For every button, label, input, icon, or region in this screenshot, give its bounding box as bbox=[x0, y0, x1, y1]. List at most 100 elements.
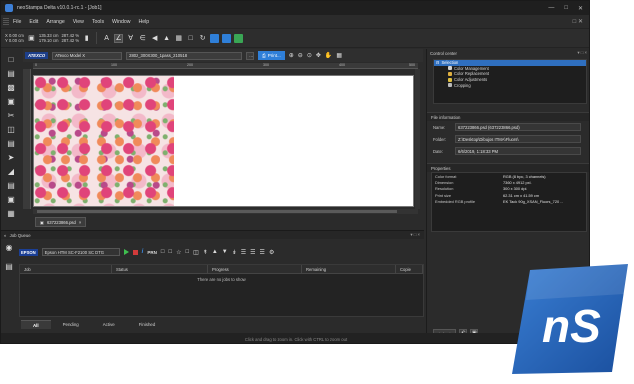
folder-field[interactable]: Z:\Desktop\Dibujos ITMA\Fluors\ bbox=[455, 135, 581, 143]
list-alt-icon[interactable]: ☰ bbox=[250, 249, 255, 256]
app-logo-icon bbox=[5, 4, 13, 12]
align-icon[interactable]: ▦ bbox=[174, 34, 183, 43]
x-value[interactable]: 0.00 cm bbox=[9, 33, 24, 38]
angle-tool-icon[interactable]: ∠ bbox=[114, 33, 124, 43]
repeat-icon[interactable]: ↻ bbox=[198, 34, 207, 43]
info-icon[interactable]: i bbox=[142, 249, 144, 255]
column-job[interactable]: Job bbox=[20, 265, 112, 273]
document-copy-icon[interactable]: ◫ bbox=[193, 249, 199, 256]
canvas-vertical-scrollbar[interactable] bbox=[415, 69, 420, 209]
settings-gear-icon[interactable]: ⚙ bbox=[269, 249, 274, 256]
play-icon[interactable] bbox=[123, 249, 129, 255]
y-value[interactable]: 0.00 cm bbox=[9, 38, 24, 43]
config-more-button[interactable]: … bbox=[246, 51, 255, 60]
expand-icon[interactable]: ⊟ bbox=[436, 60, 439, 65]
column-status[interactable]: Status bbox=[112, 265, 208, 273]
empty-jobs-message: There are no jobs to show bbox=[197, 277, 246, 282]
palette-icon[interactable]: ◉ bbox=[4, 243, 14, 252]
text-tool-icon[interactable]: A bbox=[102, 34, 111, 43]
menu-edit[interactable]: Edit bbox=[25, 19, 42, 25]
ruler-tick: 300 bbox=[263, 63, 269, 67]
document-edit-icon[interactable]: □ bbox=[186, 249, 190, 255]
document-star-icon[interactable]: ☆ bbox=[176, 249, 181, 256]
menu-window[interactable]: Window bbox=[108, 19, 134, 25]
maximize-button[interactable]: □ bbox=[564, 5, 568, 12]
close-button[interactable]: ✕ bbox=[578, 5, 583, 12]
close-tab-icon[interactable]: × bbox=[79, 220, 81, 225]
status-text: Click and drag to zoom in. Click with CT… bbox=[244, 336, 348, 342]
tab-pending[interactable]: Pending bbox=[51, 320, 91, 329]
move-icon[interactable]: ✥ bbox=[316, 52, 321, 59]
list-icon[interactable]: ☰ bbox=[241, 249, 246, 256]
hand-icon[interactable]: ✋ bbox=[325, 52, 332, 59]
scroll-thumb[interactable] bbox=[37, 210, 397, 213]
skew-tool-icon[interactable]: ∈ bbox=[138, 34, 147, 43]
open-folder-icon[interactable]: ▤ bbox=[6, 69, 16, 78]
cut-icon[interactable]: ✂ bbox=[6, 111, 16, 120]
list-third-icon[interactable]: ☰ bbox=[260, 249, 265, 256]
menu-file[interactable]: File bbox=[9, 19, 25, 25]
restore-icon[interactable]: □ ✕ bbox=[573, 18, 583, 25]
document-add-icon[interactable]: □ bbox=[168, 249, 172, 255]
properties-table: Color format RGB (8 bpc, 3 channels) Dime… bbox=[431, 172, 587, 232]
document-icon[interactable]: □ bbox=[161, 249, 165, 255]
panel-controls-icon[interactable]: ▾ □ × bbox=[577, 50, 587, 56]
column-progress[interactable]: Progress bbox=[208, 265, 302, 273]
new-file-icon[interactable]: □ bbox=[6, 55, 16, 64]
column-copies[interactable]: Copie bbox=[396, 265, 423, 273]
queue-layout-icon[interactable]: ▤ bbox=[4, 262, 14, 271]
preview-icon[interactable]: ▣ bbox=[6, 195, 16, 204]
move-down-icon[interactable]: ▼ bbox=[222, 249, 228, 255]
scale-y-value[interactable]: 287.42 % bbox=[61, 38, 79, 44]
tab-active[interactable]: Active bbox=[91, 320, 127, 329]
minimize-button[interactable]: — bbox=[548, 5, 554, 12]
color-tool-blue-icon[interactable] bbox=[210, 33, 220, 43]
lock-ratio-icon[interactable]: ▮ bbox=[82, 34, 91, 43]
document-tab[interactable]: ▣ 637223866.psd × bbox=[35, 217, 87, 227]
printer-brand-logo: ATEXCO bbox=[25, 52, 49, 59]
crop-tool-icon[interactable]: ◢ bbox=[6, 167, 16, 176]
zoom-out-icon[interactable]: ⊖ bbox=[298, 52, 303, 59]
canvas-horizontal-scrollbar[interactable] bbox=[33, 209, 418, 214]
move-up-icon[interactable]: ▲ bbox=[212, 249, 218, 255]
grid-icon[interactable]: ▦ bbox=[6, 209, 16, 218]
copy-icon[interactable]: ◫ bbox=[6, 125, 16, 134]
panel-controls-icon[interactable]: ▾ □ × bbox=[410, 232, 420, 238]
layers-icon[interactable]: ▤ bbox=[6, 181, 16, 190]
menu-view[interactable]: View bbox=[69, 19, 88, 25]
paste-icon[interactable]: ▤ bbox=[6, 139, 16, 148]
rotate-tool-icon[interactable]: ∀ bbox=[126, 34, 135, 43]
save-icon[interactable]: ▣ bbox=[6, 97, 16, 106]
printer-select[interactable]: Epson HTM SC-F2100 SC DTG bbox=[41, 248, 120, 256]
check-tool-icon[interactable] bbox=[234, 33, 244, 43]
height-value[interactable]: 179.10 cm bbox=[39, 38, 59, 44]
tree-item-label: Cropping bbox=[454, 82, 471, 88]
profile-tool-icon[interactable] bbox=[222, 33, 232, 43]
menu-arrange[interactable]: Arrange bbox=[42, 19, 68, 25]
tree-item-cropping[interactable]: Cropping bbox=[434, 82, 586, 88]
menu-help[interactable]: Help bbox=[135, 19, 154, 25]
column-remaining[interactable]: Remaining bbox=[302, 265, 396, 273]
prn-button[interactable]: PRN bbox=[147, 250, 157, 255]
menu-tools[interactable]: Tools bbox=[88, 19, 108, 25]
crop-icon[interactable]: □ bbox=[186, 34, 195, 43]
date-field[interactable]: 6/6/2019, 1:18:33 PM bbox=[455, 147, 581, 155]
flip-horizontal-icon[interactable]: ◀ bbox=[150, 34, 159, 43]
tab-finished[interactable]: Finished bbox=[127, 320, 168, 329]
print-canvas[interactable] bbox=[33, 75, 414, 207]
import-icon[interactable]: ▩ bbox=[6, 83, 16, 92]
printer-model-select[interactable]: ATexco Model X bbox=[52, 51, 123, 60]
zoom-fit-icon[interactable]: ⊙ bbox=[307, 52, 312, 59]
floral-image[interactable] bbox=[34, 76, 174, 206]
move-bottom-icon[interactable]: ↡ bbox=[232, 249, 237, 256]
file-name-field[interactable]: 637223866.psd (637223866.psd) bbox=[455, 123, 581, 131]
grid-view-icon[interactable]: ▦ bbox=[336, 52, 342, 59]
move-top-icon[interactable]: ↟ bbox=[203, 249, 208, 256]
stop-icon[interactable] bbox=[132, 249, 138, 255]
flip-vertical-icon[interactable]: ▲ bbox=[162, 34, 171, 43]
tab-all[interactable]: All bbox=[21, 320, 51, 329]
print-config-select[interactable]: 280z_300X300_1pass_210518 bbox=[126, 51, 243, 60]
print-button[interactable]: ⎙ Print... bbox=[258, 51, 285, 60]
zoom-in-icon[interactable]: ⊕ bbox=[289, 52, 294, 59]
pointer-icon[interactable]: ➤ bbox=[6, 153, 16, 162]
